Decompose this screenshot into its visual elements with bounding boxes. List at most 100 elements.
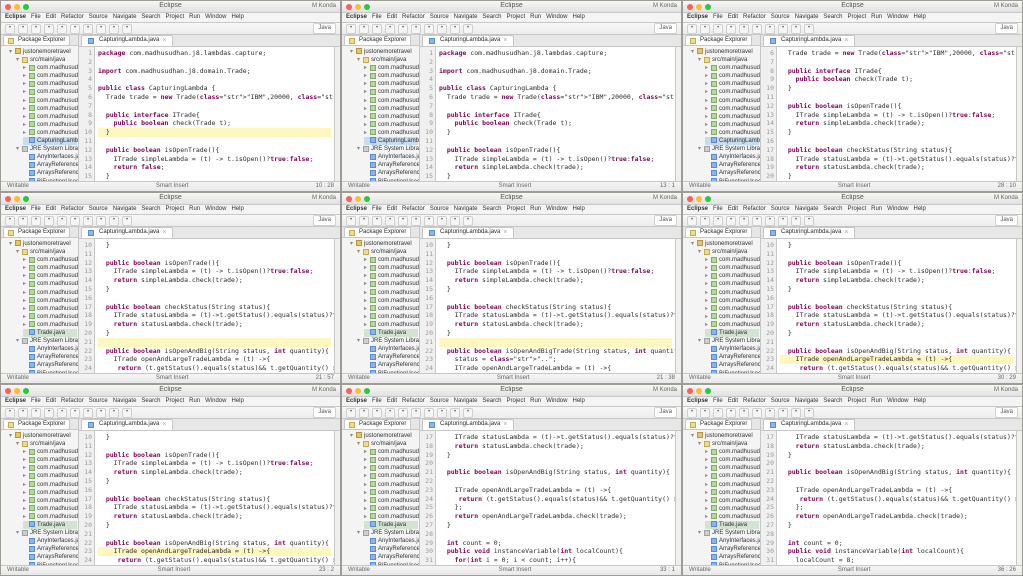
save-icon[interactable]: • <box>359 216 369 226</box>
new-icon[interactable]: • <box>687 216 697 226</box>
menu-refactor[interactable]: Refactor <box>743 398 766 406</box>
close-icon[interactable]: × <box>503 229 507 238</box>
menu-search[interactable]: Search <box>482 206 501 214</box>
minimize-icon[interactable] <box>696 388 702 394</box>
run-icon[interactable]: • <box>752 408 762 418</box>
run-icon[interactable]: • <box>70 216 80 226</box>
project-tree[interactable]: ▾justonemoretravel ▾src/main/java ▸com.m… <box>683 430 760 565</box>
editor-tab[interactable]: CapturingLambda.java × <box>763 419 855 430</box>
menu-edit[interactable]: Edit <box>728 398 738 406</box>
project-tree[interactable]: ▾justonemoretravel ▾src/main/java ▸com.m… <box>1 238 78 373</box>
close-icon[interactable] <box>687 4 693 10</box>
ext-tools-icon[interactable]: • <box>83 408 93 418</box>
menu-project[interactable]: Project <box>506 206 525 214</box>
app-menu[interactable]: Eclipse <box>687 398 708 406</box>
menu-help[interactable]: Help <box>572 14 584 22</box>
close-icon[interactable]: × <box>503 421 507 430</box>
menu-file[interactable]: File <box>713 398 723 406</box>
print-icon[interactable]: • <box>385 216 395 226</box>
menu-file[interactable]: File <box>372 206 382 214</box>
menu-edit[interactable]: Edit <box>728 14 738 22</box>
minimize-icon[interactable] <box>355 196 361 202</box>
ext-tools-icon[interactable]: • <box>424 24 434 34</box>
new-icon[interactable]: • <box>346 216 356 226</box>
new-icon[interactable]: • <box>5 24 15 34</box>
menu-window[interactable]: Window <box>546 206 567 214</box>
ext-tools-icon[interactable]: • <box>765 24 775 34</box>
menu-navigate[interactable]: Navigate <box>795 398 819 406</box>
menu-help[interactable]: Help <box>913 206 925 214</box>
minimize-icon[interactable] <box>14 196 20 202</box>
menu-edit[interactable]: Edit <box>46 14 56 22</box>
outline-icon[interactable]: • <box>109 408 119 418</box>
search-icon[interactable]: • <box>778 408 788 418</box>
print-icon[interactable]: • <box>44 24 54 34</box>
close-icon[interactable] <box>687 196 693 202</box>
project-tree[interactable]: ▾justonemoretravel ▾src/main/java ▸com.m… <box>342 430 419 565</box>
close-icon[interactable]: × <box>844 229 848 238</box>
save-all-icon[interactable]: • <box>713 408 723 418</box>
save-all-icon[interactable]: • <box>31 216 41 226</box>
new-icon[interactable]: • <box>687 24 697 34</box>
sync-icon[interactable]: • <box>463 24 473 34</box>
print-icon[interactable]: • <box>385 408 395 418</box>
minimize-icon[interactable] <box>14 4 20 10</box>
code-content[interactable]: } public boolean isOpenTrade(){ ITrade s… <box>436 239 675 373</box>
menu-refactor[interactable]: Refactor <box>743 14 766 22</box>
debug-icon[interactable]: • <box>57 216 67 226</box>
save-all-icon[interactable]: • <box>31 408 41 418</box>
menu-source[interactable]: Source <box>430 206 449 214</box>
package-explorer-tab[interactable]: Package Explorer <box>344 419 411 429</box>
menu-project[interactable]: Project <box>847 398 866 406</box>
menu-help[interactable]: Help <box>231 206 243 214</box>
code-content[interactable]: package com.madhusudhan.j8.lambdas.captu… <box>436 47 675 181</box>
close-icon[interactable]: × <box>162 37 166 46</box>
outline-icon[interactable]: • <box>450 24 460 34</box>
zoom-icon[interactable] <box>705 196 711 202</box>
menu-file[interactable]: File <box>713 14 723 22</box>
package-explorer-tab[interactable]: Package Explorer <box>344 227 411 237</box>
app-menu[interactable]: Eclipse <box>346 206 367 214</box>
search-icon[interactable]: • <box>96 216 106 226</box>
sync-icon[interactable]: • <box>122 408 132 418</box>
save-all-icon[interactable]: • <box>31 24 41 34</box>
editor-tab[interactable]: CapturingLambda.java × <box>81 35 173 46</box>
ext-tools-icon[interactable]: • <box>83 24 93 34</box>
print-icon[interactable]: • <box>44 216 54 226</box>
new-icon[interactable]: • <box>687 408 697 418</box>
menu-file[interactable]: File <box>31 206 41 214</box>
menu-refactor[interactable]: Refactor <box>743 206 766 214</box>
run-icon[interactable]: • <box>411 408 421 418</box>
save-icon[interactable]: • <box>700 408 710 418</box>
menu-edit[interactable]: Edit <box>728 206 738 214</box>
package-explorer-tab[interactable]: Package Explorer <box>3 227 70 237</box>
print-icon[interactable]: • <box>44 408 54 418</box>
save-icon[interactable]: • <box>18 24 28 34</box>
menu-navigate[interactable]: Navigate <box>795 206 819 214</box>
print-icon[interactable]: • <box>385 24 395 34</box>
menu-run[interactable]: Run <box>189 398 200 406</box>
print-icon[interactable]: • <box>726 408 736 418</box>
zoom-icon[interactable] <box>364 4 370 10</box>
debug-icon[interactable]: • <box>398 408 408 418</box>
menu-search[interactable]: Search <box>482 398 501 406</box>
sync-icon[interactable]: • <box>463 216 473 226</box>
package-explorer-tab[interactable]: Package Explorer <box>685 35 752 45</box>
project-tree[interactable]: ▾justonemoretravel ▾src/main/java ▸com.m… <box>683 46 760 181</box>
code-content[interactable]: package com.madhusudhan.j8.lambdas.captu… <box>95 47 334 181</box>
menu-source[interactable]: Source <box>89 14 108 22</box>
run-icon[interactable]: • <box>411 216 421 226</box>
debug-icon[interactable]: • <box>739 216 749 226</box>
project-tree[interactable]: ▾justonemoretravel ▾src/main/java ▸com.m… <box>1 430 78 565</box>
save-icon[interactable]: • <box>359 24 369 34</box>
menu-navigate[interactable]: Navigate <box>113 206 137 214</box>
menu-help[interactable]: Help <box>913 398 925 406</box>
search-icon[interactable]: • <box>437 408 447 418</box>
outline-icon[interactable]: • <box>450 408 460 418</box>
sync-icon[interactable]: • <box>804 24 814 34</box>
menu-refactor[interactable]: Refactor <box>61 398 84 406</box>
menu-run[interactable]: Run <box>871 398 882 406</box>
code-editor[interactable]: 123456789101112131415161718192021 packag… <box>79 47 340 181</box>
debug-icon[interactable]: • <box>398 216 408 226</box>
print-icon[interactable]: • <box>726 216 736 226</box>
